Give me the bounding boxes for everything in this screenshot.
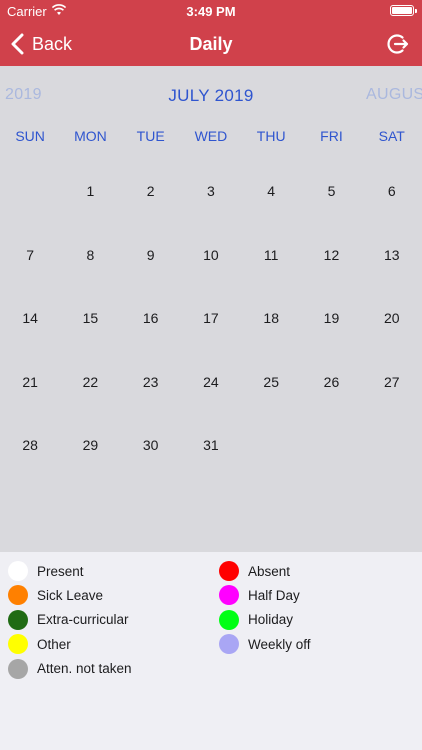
day-cell[interactable]: 12 — [301, 222, 361, 286]
battery-fill — [392, 7, 412, 14]
legend-item: Other — [8, 633, 71, 655]
day-cell-empty — [241, 412, 301, 476]
legend-item: Atten. not taken — [8, 658, 132, 680]
day-cell[interactable]: 29 — [60, 412, 120, 476]
legend-label: Half Day — [248, 587, 300, 603]
day-cell[interactable]: 21 — [0, 349, 60, 413]
day-cell[interactable]: 31 — [181, 412, 241, 476]
legend-label: Extra-curricular — [37, 612, 129, 628]
weekday-label: SAT — [378, 128, 405, 144]
page-title: Daily — [189, 34, 233, 54]
legend-color-dot — [219, 609, 239, 630]
legend-item: Sick Leave — [8, 584, 103, 606]
day-cell[interactable]: 19 — [301, 285, 361, 349]
day-cell[interactable]: 26 — [301, 349, 361, 413]
weekday-label: FRI — [320, 128, 343, 144]
legend-label: Other — [37, 636, 71, 652]
calendar: 2019 JULY 2019 AUGUST SUN MON TUE WED TH… — [0, 66, 422, 552]
day-cell[interactable]: 2 — [121, 158, 181, 222]
legend-label: Absent — [248, 563, 291, 579]
legend-label: Weekly off — [248, 636, 311, 652]
day-cell[interactable]: 15 — [60, 285, 120, 349]
legend-color-dot — [219, 561, 239, 581]
legend-label: Holiday — [248, 612, 294, 628]
weekday-label: THU — [256, 128, 286, 144]
day-cell[interactable]: 10 — [181, 222, 241, 286]
legend-color-dot — [8, 585, 28, 606]
day-cell[interactable]: 16 — [121, 285, 181, 349]
day-cell[interactable]: 1 — [60, 158, 120, 222]
day-cell[interactable]: 14 — [0, 285, 60, 349]
month-header: 2019 JULY 2019 AUGUST — [0, 66, 422, 124]
battery-icon — [390, 5, 417, 16]
current-month-label: JULY 2019 — [168, 86, 254, 105]
day-cell[interactable]: 23 — [121, 349, 181, 413]
day-cell[interactable]: 7 — [0, 222, 60, 286]
legend-item: Holiday — [219, 609, 293, 631]
legend-label: Atten. not taken — [37, 661, 132, 677]
day-cell[interactable]: 8 — [60, 222, 120, 286]
attendance-legend: Present Absent Sick Leave Half Day Extra-cur… — [0, 552, 422, 750]
legend-item: Weekly off — [219, 633, 311, 655]
weekday-label: TUE — [136, 128, 165, 144]
legend-color-dot — [8, 658, 28, 679]
day-cell[interactable]: 18 — [241, 285, 301, 349]
day-cell[interactable]: 25 — [241, 349, 301, 413]
day-cell[interactable]: 13 — [362, 222, 422, 286]
logout-icon[interactable] — [386, 32, 410, 56]
day-cell[interactable]: 6 — [362, 158, 422, 222]
status-bar: Carrier 3:49 PM — [0, 0, 422, 22]
legend-color-dot — [8, 634, 28, 655]
weekday-header: SUN MON TUE WED THU FRI SAT — [0, 128, 422, 148]
day-cell[interactable]: 9 — [121, 222, 181, 286]
day-cell[interactable]: 27 — [362, 349, 422, 413]
day-cell[interactable]: 4 — [241, 158, 301, 222]
day-cell[interactable]: 3 — [181, 158, 241, 222]
weekday-label: WED — [194, 128, 228, 144]
day-cell[interactable]: 28 — [0, 412, 60, 476]
day-cell-empty — [362, 412, 422, 476]
day-cell[interactable]: 11 — [241, 222, 301, 286]
day-cell-empty — [301, 412, 361, 476]
weekday-label: SUN — [15, 128, 45, 144]
navigation-bar: Back Daily — [0, 22, 422, 66]
day-cell[interactable]: 20 — [362, 285, 422, 349]
day-grid: 1 2 3 4 5 6 7 8 9 10 11 12 13 14 15 16 17 18 19 20 21 22 23 24 2… — [0, 158, 422, 476]
legend-color-dot — [219, 585, 239, 606]
day-cell[interactable]: 5 — [301, 158, 361, 222]
day-cell[interactable]: 22 — [60, 349, 120, 413]
clock: 3:49 PM — [186, 4, 236, 19]
weekday-label: MON — [74, 128, 107, 144]
legend-item: Present — [8, 560, 84, 582]
legend-color-dot — [8, 609, 28, 630]
day-cell[interactable]: 24 — [181, 349, 241, 413]
legend-item: Absent — [219, 560, 290, 582]
legend-color-dot — [8, 561, 28, 581]
legend-item: Half Day — [219, 584, 300, 606]
day-cell-empty — [0, 158, 60, 222]
day-cell[interactable]: 30 — [121, 412, 181, 476]
legend-color-dot — [219, 634, 239, 655]
legend-item: Extra-curricular — [8, 609, 129, 631]
legend-label: Sick Leave — [37, 587, 104, 603]
day-cell[interactable]: 17 — [181, 285, 241, 349]
legend-label: Present — [37, 563, 84, 579]
next-month-label[interactable]: AUGUST — [366, 86, 422, 104]
